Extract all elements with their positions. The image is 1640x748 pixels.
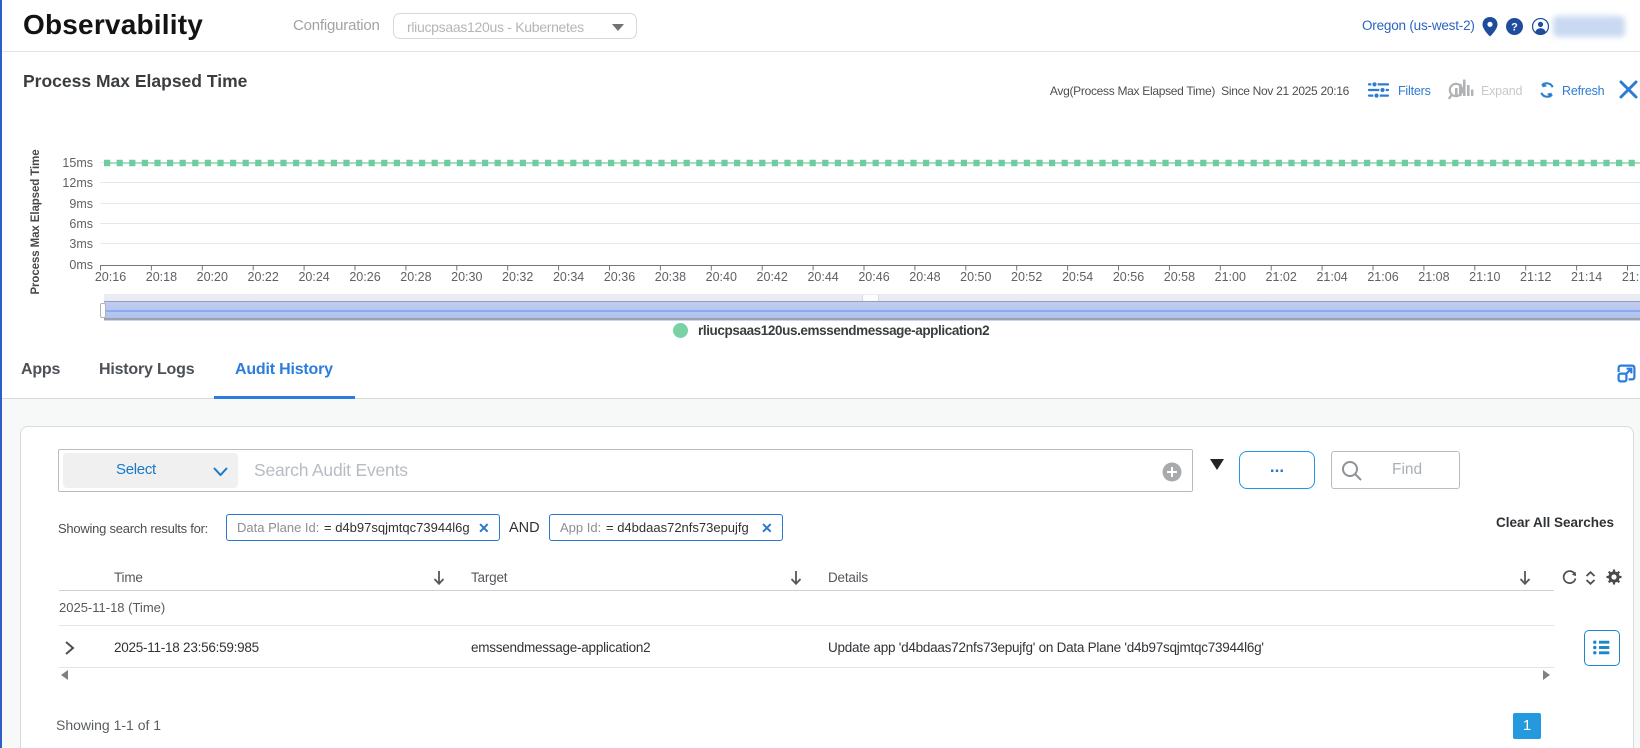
svg-text:20:18: 20:18 xyxy=(146,270,177,284)
svg-text:6ms: 6ms xyxy=(69,217,93,231)
svg-text:21:16: 21:16 xyxy=(1622,270,1640,284)
svg-text:12ms: 12ms xyxy=(62,176,93,190)
svg-text:?: ? xyxy=(1511,22,1518,34)
svg-text:20:16: 20:16 xyxy=(95,270,126,284)
svg-text:15ms: 15ms xyxy=(62,156,93,170)
svg-text:20:36: 20:36 xyxy=(604,270,635,284)
svg-text:21:02: 21:02 xyxy=(1266,270,1297,284)
svg-text:20:54: 20:54 xyxy=(1062,270,1093,284)
svg-text:20:24: 20:24 xyxy=(298,270,329,284)
svg-text:20:20: 20:20 xyxy=(197,270,228,284)
svg-text:20:46: 20:46 xyxy=(858,270,889,284)
svg-text:20:22: 20:22 xyxy=(248,270,279,284)
svg-text:21:12: 21:12 xyxy=(1520,270,1551,284)
svg-text:20:56: 20:56 xyxy=(1113,270,1144,284)
svg-text:20:52: 20:52 xyxy=(1011,270,1042,284)
svg-text:21:10: 21:10 xyxy=(1469,270,1500,284)
svg-text:21:04: 21:04 xyxy=(1316,270,1347,284)
svg-text:9ms: 9ms xyxy=(69,197,93,211)
svg-text:3ms: 3ms xyxy=(69,237,93,251)
svg-text:20:30: 20:30 xyxy=(451,270,482,284)
svg-text:21:14: 21:14 xyxy=(1571,270,1602,284)
svg-text:21:06: 21:06 xyxy=(1367,270,1398,284)
svg-text:20:50: 20:50 xyxy=(960,270,991,284)
svg-text:20:48: 20:48 xyxy=(909,270,940,284)
svg-text:21:08: 21:08 xyxy=(1418,270,1449,284)
svg-text:20:42: 20:42 xyxy=(757,270,788,284)
svg-text:20:44: 20:44 xyxy=(807,270,838,284)
svg-text:20:58: 20:58 xyxy=(1164,270,1195,284)
svg-text:20:40: 20:40 xyxy=(706,270,737,284)
svg-text:0ms: 0ms xyxy=(69,258,93,272)
svg-text:20:38: 20:38 xyxy=(655,270,686,284)
svg-text:21:00: 21:00 xyxy=(1215,270,1246,284)
svg-text:20:34: 20:34 xyxy=(553,270,584,284)
svg-text:20:26: 20:26 xyxy=(349,270,380,284)
svg-text:20:28: 20:28 xyxy=(400,270,431,284)
svg-text:20:32: 20:32 xyxy=(502,270,533,284)
